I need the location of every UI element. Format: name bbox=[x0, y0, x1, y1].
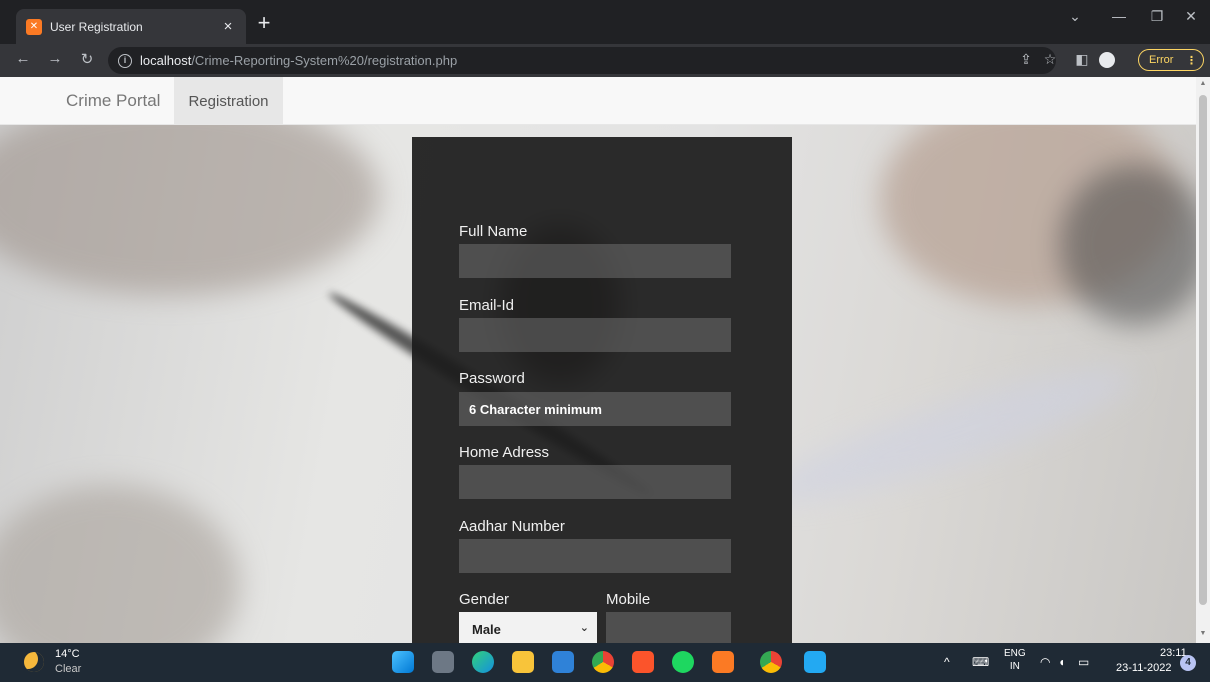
keyboard-icon[interactable]: ⌨ bbox=[972, 655, 989, 669]
info-icon[interactable]: i bbox=[118, 53, 132, 68]
home-address-input[interactable] bbox=[459, 465, 731, 499]
browser-tab[interactable]: ✕ User Registration × bbox=[16, 9, 246, 44]
gender-label: Gender bbox=[459, 591, 510, 608]
error-label: Error bbox=[1149, 54, 1174, 66]
profile-avatar-icon[interactable] bbox=[1099, 52, 1115, 68]
page-viewport: Crime Portal Registration Full Name Emai… bbox=[0, 77, 1196, 643]
start-icon[interactable] bbox=[392, 651, 414, 673]
address-bar[interactable]: i localhost/Crime-Reporting-System%20/re… bbox=[108, 47, 1056, 74]
weather-temperature[interactable]: 14°C bbox=[55, 648, 80, 660]
edge-icon[interactable] bbox=[472, 651, 494, 673]
clock-date[interactable]: 23-11-2022 bbox=[1116, 662, 1171, 674]
aadhar-label: Aadhar Number bbox=[459, 518, 565, 535]
language-region: IN bbox=[1009, 661, 1020, 672]
chrome-icon[interactable] bbox=[592, 651, 614, 673]
chrome-active-icon[interactable] bbox=[760, 651, 782, 673]
weather-condition[interactable]: Clear bbox=[55, 663, 81, 675]
full-name-label: Full Name bbox=[459, 223, 528, 240]
tab-strip: ✕ User Registration × + ⌄ — ❐ ✕ bbox=[0, 0, 1210, 44]
xampp-icon: ✕ bbox=[26, 18, 42, 35]
mail-icon[interactable] bbox=[552, 651, 574, 673]
password-input[interactable] bbox=[459, 392, 731, 426]
side-panel-icon[interactable]: ◧ bbox=[1072, 51, 1092, 68]
scroll-thumb[interactable] bbox=[1199, 95, 1207, 605]
nav-item-registration[interactable]: Registration bbox=[174, 77, 283, 125]
notification-badge[interactable]: 4 bbox=[1180, 655, 1196, 671]
password-label: Password bbox=[459, 370, 525, 387]
error-menu-button[interactable]: Error ⋮ bbox=[1138, 49, 1204, 71]
registration-form: Full Name Email-Id Password Home Adress … bbox=[412, 137, 792, 643]
battery-icon[interactable]: ▭ bbox=[1078, 655, 1089, 669]
back-icon[interactable]: ← bbox=[12, 50, 34, 67]
task-view-icon[interactable] bbox=[432, 651, 454, 673]
full-name-input[interactable] bbox=[459, 244, 731, 278]
language-indicator[interactable]: ENG IN bbox=[1004, 647, 1026, 673]
forward-icon[interactable]: → bbox=[44, 50, 66, 67]
mobile-label: Mobile bbox=[606, 591, 651, 608]
volume-icon[interactable]: ◖ bbox=[1058, 655, 1065, 669]
email-input[interactable] bbox=[459, 318, 731, 352]
url-text: localhost/Crime-Reporting-System%20/regi… bbox=[140, 53, 458, 68]
minimize-icon[interactable]: — bbox=[1104, 8, 1134, 24]
reload-icon[interactable]: ↻ bbox=[76, 50, 98, 68]
share-icon[interactable]: ⇪ bbox=[1016, 51, 1036, 68]
spotify-icon[interactable] bbox=[672, 651, 694, 673]
mobile-input[interactable] bbox=[606, 612, 731, 643]
bookmark-star-icon[interactable]: ☆ bbox=[1040, 51, 1060, 68]
language-code: ENG bbox=[1004, 648, 1026, 659]
tab-close-icon[interactable]: × bbox=[220, 18, 236, 35]
xampp-taskbar-icon[interactable] bbox=[712, 651, 734, 673]
gender-selected-value: Male bbox=[472, 621, 501, 637]
tab-search-icon[interactable]: ⌄ bbox=[1060, 8, 1090, 25]
gender-select[interactable]: Male ⌄ bbox=[459, 612, 597, 643]
close-window-icon[interactable]: ✕ bbox=[1176, 8, 1206, 25]
file-explorer-icon[interactable] bbox=[512, 651, 534, 673]
page-scrollbar[interactable]: ▲ ▼ bbox=[1196, 77, 1210, 643]
windows-taskbar: 14°C Clear ^ ⌨ ENG IN ◠ ◖ ▭ 23:11 23-11-… bbox=[0, 643, 1210, 682]
brand-link[interactable]: Crime Portal bbox=[66, 91, 160, 111]
kebab-menu-icon: ⋮ bbox=[1186, 54, 1197, 67]
browser-toolbar: ← → ↻ i localhost/Crime-Reporting-System… bbox=[0, 44, 1210, 77]
wifi-icon[interactable]: ◠ bbox=[1040, 655, 1050, 669]
site-navbar: Crime Portal Registration bbox=[0, 77, 1196, 125]
new-tab-button[interactable]: + bbox=[252, 12, 276, 36]
scroll-up-icon[interactable]: ▲ bbox=[1196, 80, 1210, 87]
chevron-up-icon[interactable]: ^ bbox=[944, 655, 950, 669]
tab-title: User Registration bbox=[50, 19, 143, 34]
email-label: Email-Id bbox=[459, 297, 515, 314]
restore-icon[interactable]: ❐ bbox=[1142, 8, 1172, 25]
vscode-icon[interactable] bbox=[804, 651, 826, 673]
aadhar-input[interactable] bbox=[459, 539, 731, 573]
brave-icon[interactable] bbox=[632, 651, 654, 673]
chevron-down-icon: ⌄ bbox=[579, 622, 589, 634]
scroll-down-icon[interactable]: ▼ bbox=[1196, 630, 1210, 637]
moon-icon[interactable] bbox=[24, 652, 44, 672]
home-address-label: Home Adress bbox=[459, 444, 550, 461]
